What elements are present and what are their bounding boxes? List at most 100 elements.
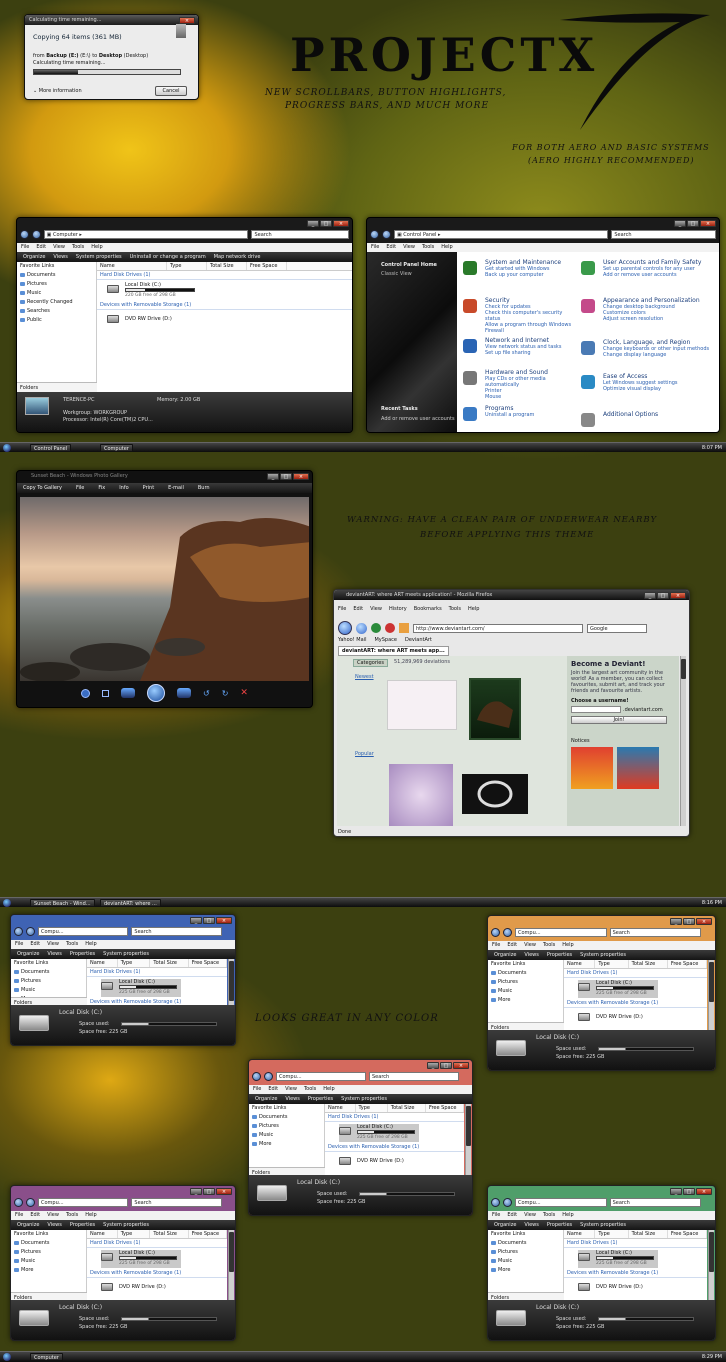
menu-item[interactable]: Help [85, 940, 96, 949]
cp-task-link[interactable]: Optimize visual display [603, 386, 719, 392]
zoom-icon[interactable] [81, 688, 91, 698]
favorite-link[interactable]: Music [249, 1131, 324, 1140]
search-input[interactable]: Search [369, 1071, 459, 1081]
cp-task-link[interactable]: Mouse [485, 394, 577, 400]
start-button[interactable] [3, 899, 11, 907]
close-button[interactable]: × [453, 1062, 469, 1069]
column-header[interactable]: Free Space [189, 959, 227, 967]
column-header[interactable]: Free Space [247, 262, 287, 270]
menu-item-history[interactable]: History [389, 605, 407, 614]
forward-button[interactable] [26, 926, 35, 936]
menu-item[interactable]: Edit [268, 1085, 278, 1094]
menu-item-tools[interactable]: Tools [449, 605, 461, 614]
drive-c[interactable]: Local Disk (C:) 225 GB free of 298 GB [339, 1124, 419, 1142]
close-button[interactable]: × [333, 220, 349, 227]
rotate-left-icon[interactable]: ↺ [203, 689, 210, 698]
menu-item[interactable]: Tools [66, 940, 78, 949]
cp-category[interactable]: Programs Uninstall a program [485, 406, 577, 419]
menu-item[interactable]: Help [85, 1211, 96, 1220]
column-header[interactable]: Total Size [388, 1104, 426, 1112]
minimize-button[interactable]: _ [644, 592, 656, 599]
close-button[interactable]: × [696, 1188, 712, 1195]
toolbar-item[interactable]: System properties [580, 950, 626, 960]
favorite-link[interactable]: Pictures [11, 1248, 86, 1257]
maximize-button[interactable]: □ [440, 1062, 452, 1069]
toolbar-item[interactable]: Organize [494, 1220, 516, 1230]
menu-item[interactable]: File [15, 940, 23, 949]
cp-category[interactable]: System and Maintenance Get started with W… [485, 260, 577, 279]
cp-task-link[interactable]: Back up your computer [485, 272, 577, 278]
toolbar-item[interactable]: Views [524, 1220, 538, 1230]
fit-window-icon[interactable] [102, 689, 110, 697]
minimize-button[interactable]: _ [427, 1062, 439, 1069]
maximize-button[interactable]: □ [320, 220, 332, 227]
cp-category[interactable]: Clock, Language, and Region Change keyboa… [603, 340, 719, 359]
favorite-link[interactable]: Documents [17, 271, 96, 280]
column-header[interactable]: Free Space [426, 1104, 464, 1112]
taskbar-item-computer[interactable]: Computer [30, 1353, 63, 1361]
column-header[interactable]: Name [87, 959, 118, 967]
close-button[interactable]: × [293, 473, 309, 480]
menu-item-file[interactable]: File [371, 243, 379, 252]
toolbar-item-organize[interactable]: Organize [23, 252, 45, 262]
column-header[interactable]: Name [564, 960, 596, 968]
cp-task-link[interactable]: Add or remove user accounts [603, 272, 719, 278]
favorite-link[interactable]: Documents [488, 969, 563, 978]
address-bar[interactable]: Compu... [38, 926, 129, 936]
cp-category[interactable]: Appearance and Personalization Change des… [603, 298, 719, 323]
search-input[interactable]: Search [131, 926, 222, 936]
menu-item-view[interactable]: View [370, 605, 382, 614]
next-button[interactable] [177, 688, 192, 698]
cp-task-link[interactable]: Change display language [603, 352, 719, 358]
thumbnail[interactable] [389, 764, 453, 826]
drive-d[interactable]: DVD RW Drive (D:) [339, 1154, 461, 1172]
back-button[interactable] [252, 1071, 261, 1081]
maximize-button[interactable]: □ [280, 473, 292, 480]
favorite-link[interactable]: Documents [488, 1239, 563, 1248]
maximize-button[interactable]: □ [203, 1188, 215, 1195]
drive-d[interactable]: DVD RW Drive (D:) [101, 1280, 224, 1298]
back-button[interactable] [491, 927, 500, 937]
toolbar-item-map-network-drive[interactable]: Map network drive [214, 252, 261, 262]
taskbar-item-computer[interactable]: Computer [100, 444, 133, 452]
minimize-button[interactable]: _ [190, 917, 202, 924]
drive-c[interactable]: Local Disk (C:) 220 GB free of 298 GB [107, 282, 349, 300]
close-button[interactable]: × [700, 220, 716, 227]
column-header[interactable]: Total Size [150, 1230, 189, 1238]
taskbar-item-firefox[interactable]: deviantART: where ... [100, 899, 161, 907]
toolbar-item-burn[interactable]: Burn [198, 483, 210, 493]
forward-button[interactable] [356, 622, 367, 634]
minimize-button[interactable]: _ [267, 473, 279, 480]
menu-item[interactable]: View [524, 941, 536, 950]
menu-item-help[interactable]: Help [91, 243, 102, 252]
join-button[interactable]: Join! [571, 716, 667, 724]
delete-icon[interactable]: ✕ [240, 688, 248, 698]
search-input[interactable]: Search [131, 1197, 222, 1207]
favorite-link[interactable]: Pictures [488, 978, 563, 987]
minimize-button[interactable]: _ [307, 220, 319, 227]
drive-c[interactable]: Local Disk (C:) 225 GB free of 298 GB [101, 1250, 181, 1268]
address-bar[interactable]: Compu... [515, 927, 607, 937]
toolbar-item[interactable]: Views [285, 1094, 299, 1104]
toolbar-item-system-properties[interactable]: System properties [76, 252, 122, 262]
favorite-link[interactable]: Pictures [249, 1122, 324, 1131]
back-button[interactable] [370, 229, 379, 239]
favorite-link[interactable]: Music [488, 1257, 563, 1266]
cp-task-link[interactable]: Uninstall a program [485, 412, 577, 418]
favorite-link[interactable]: Documents [11, 1239, 86, 1248]
column-header[interactable]: Free Space [189, 1230, 227, 1238]
column-header[interactable]: Type [356, 1104, 388, 1112]
menu-item-view[interactable]: View [53, 243, 65, 252]
menu-item[interactable]: Tools [304, 1085, 316, 1094]
home-button[interactable] [399, 623, 409, 633]
close-button[interactable]: × [670, 592, 686, 599]
close-button[interactable]: × [216, 1188, 232, 1195]
menu-item-edit[interactable]: Edit [353, 605, 363, 614]
menu-item-edit[interactable]: Edit [386, 243, 396, 252]
menu-item[interactable]: Tools [543, 1211, 555, 1220]
menu-item-tools[interactable]: Tools [422, 243, 434, 252]
minimize-button[interactable]: _ [190, 1188, 202, 1195]
bookmark-yahoo-mail[interactable]: Yahoo! Mail [338, 637, 366, 643]
address-bar[interactable]: Compu... [515, 1197, 607, 1207]
toolbar-item[interactable]: System properties [103, 949, 149, 959]
